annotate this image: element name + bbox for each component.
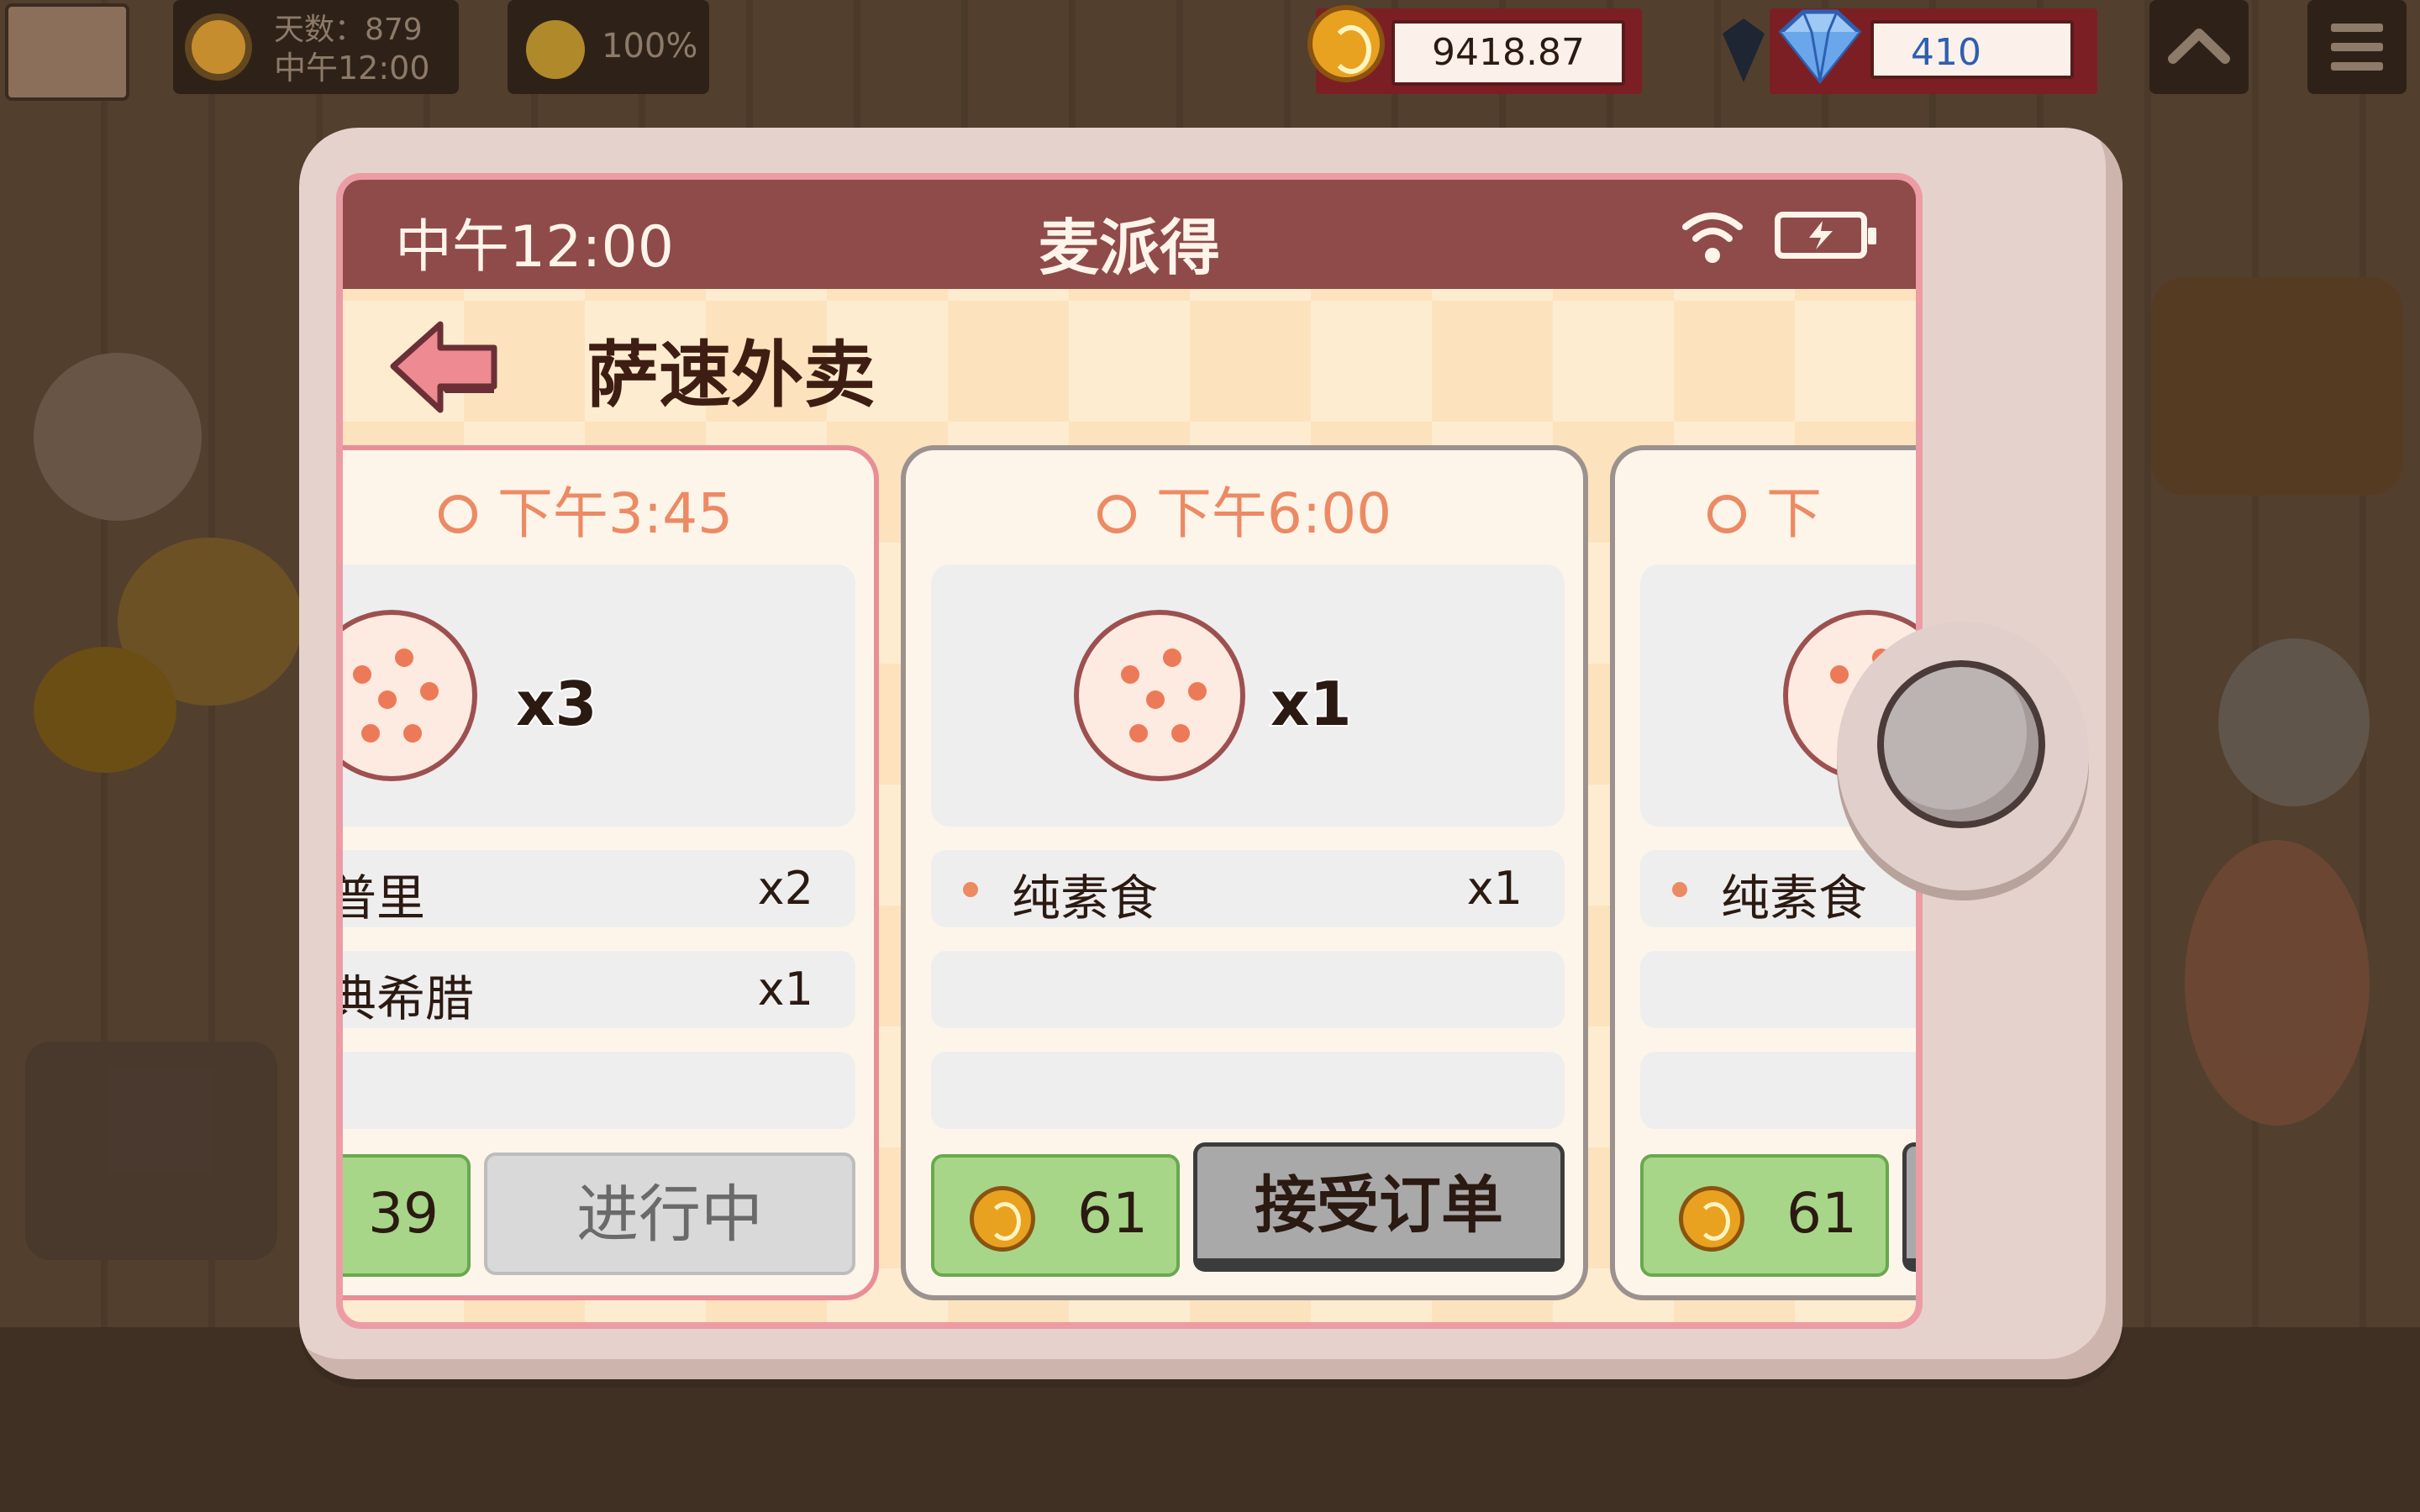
coin-icon <box>970 1186 1035 1252</box>
order-item-name: 纯素食 <box>1012 869 1159 927</box>
order-card[interactable]: 下午6:00 x1 纯素食 x1 61 接受订单 <box>901 445 1588 1300</box>
order-due-time: 下午6:00 <box>906 469 1583 549</box>
order-item-row: 普里 x2 <box>336 850 855 927</box>
order-reward: 61 <box>931 1154 1180 1277</box>
order-item-row: 纯素食 x1 <box>931 850 1565 927</box>
order-item-row: 纯素食 <box>1640 850 1916 927</box>
order-item-row-empty <box>343 1052 855 1129</box>
order-reward-amount: 61 <box>1786 1181 1857 1246</box>
order-reward: 39 <box>343 1154 471 1277</box>
player-avatar[interactable] <box>5 3 129 101</box>
order-item-row-empty <box>931 1052 1565 1129</box>
due-time-text: 下 <box>1766 481 1822 546</box>
coin-balance: 9418.87 <box>1392 20 1625 86</box>
order-reward-amount: 61 <box>1077 1181 1148 1246</box>
smile-icon <box>526 20 585 79</box>
hud-time: 中午12:00 <box>274 50 430 87</box>
collapse-button[interactable] <box>2149 0 2249 94</box>
order-card[interactable]: 下午3:45 x3 普里 x2 典希腊 x1 39 进行中 <box>336 445 879 1300</box>
clock-icon <box>1707 494 1746 533</box>
diamond-icon <box>1778 9 1862 84</box>
menu-button[interactable] <box>2307 0 2407 94</box>
order-item-row-empty <box>931 951 1565 1028</box>
coin-icon <box>1307 5 1385 82</box>
order-quantity: x3 <box>514 667 599 741</box>
clock-icon <box>438 494 477 533</box>
wifi-icon <box>1682 213 1743 263</box>
order-item-count: x1 <box>757 963 813 1016</box>
accept-order-button[interactable]: 接受订单 <box>1193 1142 1565 1272</box>
pizza-icon <box>343 610 477 781</box>
due-time-text: 下午6:00 <box>1155 481 1392 546</box>
dark-diamond-icon <box>1723 18 1765 82</box>
pizza-icon <box>1074 610 1245 781</box>
chevron-up-icon <box>2168 29 2230 64</box>
order-due-time: 下午3:45 <box>343 469 874 549</box>
back-arrow-icon[interactable] <box>387 316 504 418</box>
phone-status-bar: 中午12:00 麦派得 <box>343 180 1916 289</box>
page-title: 萨速外卖 <box>587 333 876 417</box>
order-item-count: x1 <box>1466 862 1523 915</box>
day-time-panel: 天数：879 中午12:00 <box>173 0 459 94</box>
order-card[interactable]: 下 纯素食 61 <box>1610 445 1916 1300</box>
order-item-row: 典希腊 x1 <box>336 951 855 1028</box>
order-list: 下午3:45 x3 普里 x2 典希腊 x1 39 进行中 下午6:00 x1 … <box>343 445 1916 1319</box>
order-reward-amount: 39 <box>368 1181 439 1246</box>
order-item-name: 普里 <box>336 869 426 927</box>
order-quantity: x1 <box>1269 667 1354 741</box>
due-time-text: 下午3:45 <box>497 481 734 546</box>
order-due-time: 下 <box>1707 469 1916 549</box>
order-item-name: 纯素食 <box>1721 869 1868 927</box>
order-dish-panel: x3 <box>343 564 855 827</box>
mood-panel: 100% <box>508 0 709 94</box>
order-reward: 61 <box>1640 1154 1889 1277</box>
gem-balance: 410 <box>1870 20 2074 79</box>
phone-screen: 中午12:00 麦派得 萨速外卖 下午3:45 x3 普里 x2 典希腊 x1 … <box>336 173 1923 1329</box>
sun-icon <box>192 20 245 74</box>
clock-icon <box>1097 494 1136 533</box>
in-progress-button[interactable]: 进行中 <box>484 1152 855 1275</box>
order-item-row-empty <box>1640 1052 1916 1129</box>
order-item-name: 典希腊 <box>336 970 475 1027</box>
item-bullet <box>963 882 978 897</box>
order-item-count: x2 <box>757 862 813 915</box>
menu-icon <box>2331 24 2383 71</box>
home-button-inner <box>1877 660 2045 828</box>
battery-icon <box>1775 212 1876 259</box>
order-dish-panel: x1 <box>931 564 1565 827</box>
mood-percent: 100% <box>602 27 698 66</box>
item-bullet <box>1672 882 1687 897</box>
coin-icon <box>1679 1186 1744 1252</box>
order-item-row-empty <box>1640 951 1916 1028</box>
accept-order-button[interactable] <box>1902 1142 1916 1272</box>
phone-home-button[interactable] <box>1837 622 2089 890</box>
